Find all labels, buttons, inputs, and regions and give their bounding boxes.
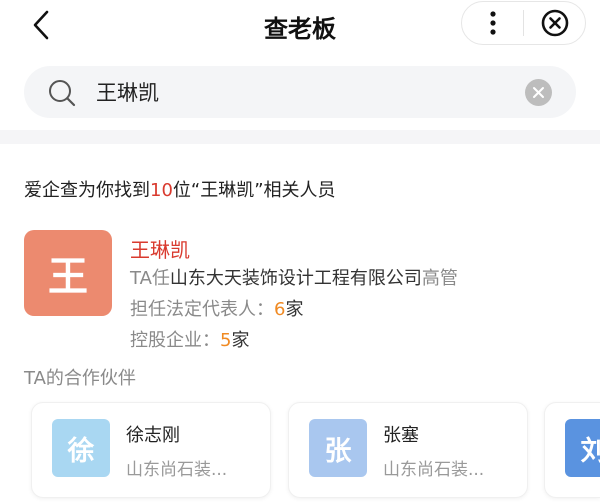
partner-avatar: 张 <box>309 419 367 477</box>
role-suffix: 高管 <box>421 268 458 289</box>
company-link[interactable]: 山东大天装饰设计工程有限公司 <box>170 268 422 289</box>
partner-card[interactable]: 张 张塞 山东尚石装... <box>288 402 528 498</box>
legal-rep-unit: 家 <box>285 299 304 320</box>
top-bar: 查老板 <box>0 0 600 52</box>
more-button[interactable] <box>462 1 523 45</box>
search-icon <box>49 80 76 107</box>
search-input[interactable] <box>96 77 516 107</box>
close-button[interactable] <box>524 1 585 45</box>
partner-name: 徐志刚 <box>126 425 180 446</box>
partner-avatar: 刘 <box>565 419 600 477</box>
partner-company: 山东尚石装... <box>126 460 228 480</box>
clear-icon <box>533 87 544 98</box>
partner-name: 张塞 <box>383 425 419 446</box>
holding-label: 控股企业： <box>130 330 220 351</box>
page: 查老板 王琳凯 爱企查为你找到10位“王琳凯”相关人员 王 王琳凯 TA任山东大… <box>0 0 600 503</box>
partner-card[interactable]: 刘 <box>544 402 600 498</box>
result-summary: 爱企查为你找到10位“王琳凯”相关人员 <box>24 176 336 202</box>
person-name[interactable]: 王琳凯 <box>130 234 190 263</box>
holding-line: 控股企业：5家 <box>130 326 249 352</box>
person-role: TA任山东大天装饰设计工程有限公司高管 <box>130 264 458 290</box>
role-prefix: TA任 <box>130 268 170 289</box>
partner-card[interactable]: 徐 徐志刚 山东尚石装... <box>31 402 271 498</box>
legal-rep-line: 担任法定代表人：6家 <box>130 295 303 321</box>
result-prefix: 爱企查为你找到 <box>24 180 150 201</box>
clear-button[interactable] <box>525 79 552 106</box>
section-divider <box>0 130 600 144</box>
person-avatar[interactable]: 王 <box>24 230 112 316</box>
more-vertical-icon <box>489 11 496 35</box>
holding-count: 5 <box>220 330 232 351</box>
holding-unit: 家 <box>231 330 250 351</box>
result-suffix: 位“王琳凯”相关人员 <box>172 180 336 201</box>
legal-rep-count: 6 <box>274 299 286 320</box>
search-bar[interactable] <box>24 66 576 118</box>
close-circle-icon <box>541 9 568 37</box>
legal-rep-label: 担任法定代表人： <box>130 299 274 320</box>
partners-title: TA的合作伙伴 <box>24 368 136 389</box>
partner-company: 山东尚石装... <box>383 460 485 480</box>
partner-avatar: 徐 <box>52 419 110 477</box>
result-count: 10 <box>150 180 173 201</box>
mini-program-capsule <box>461 1 586 45</box>
